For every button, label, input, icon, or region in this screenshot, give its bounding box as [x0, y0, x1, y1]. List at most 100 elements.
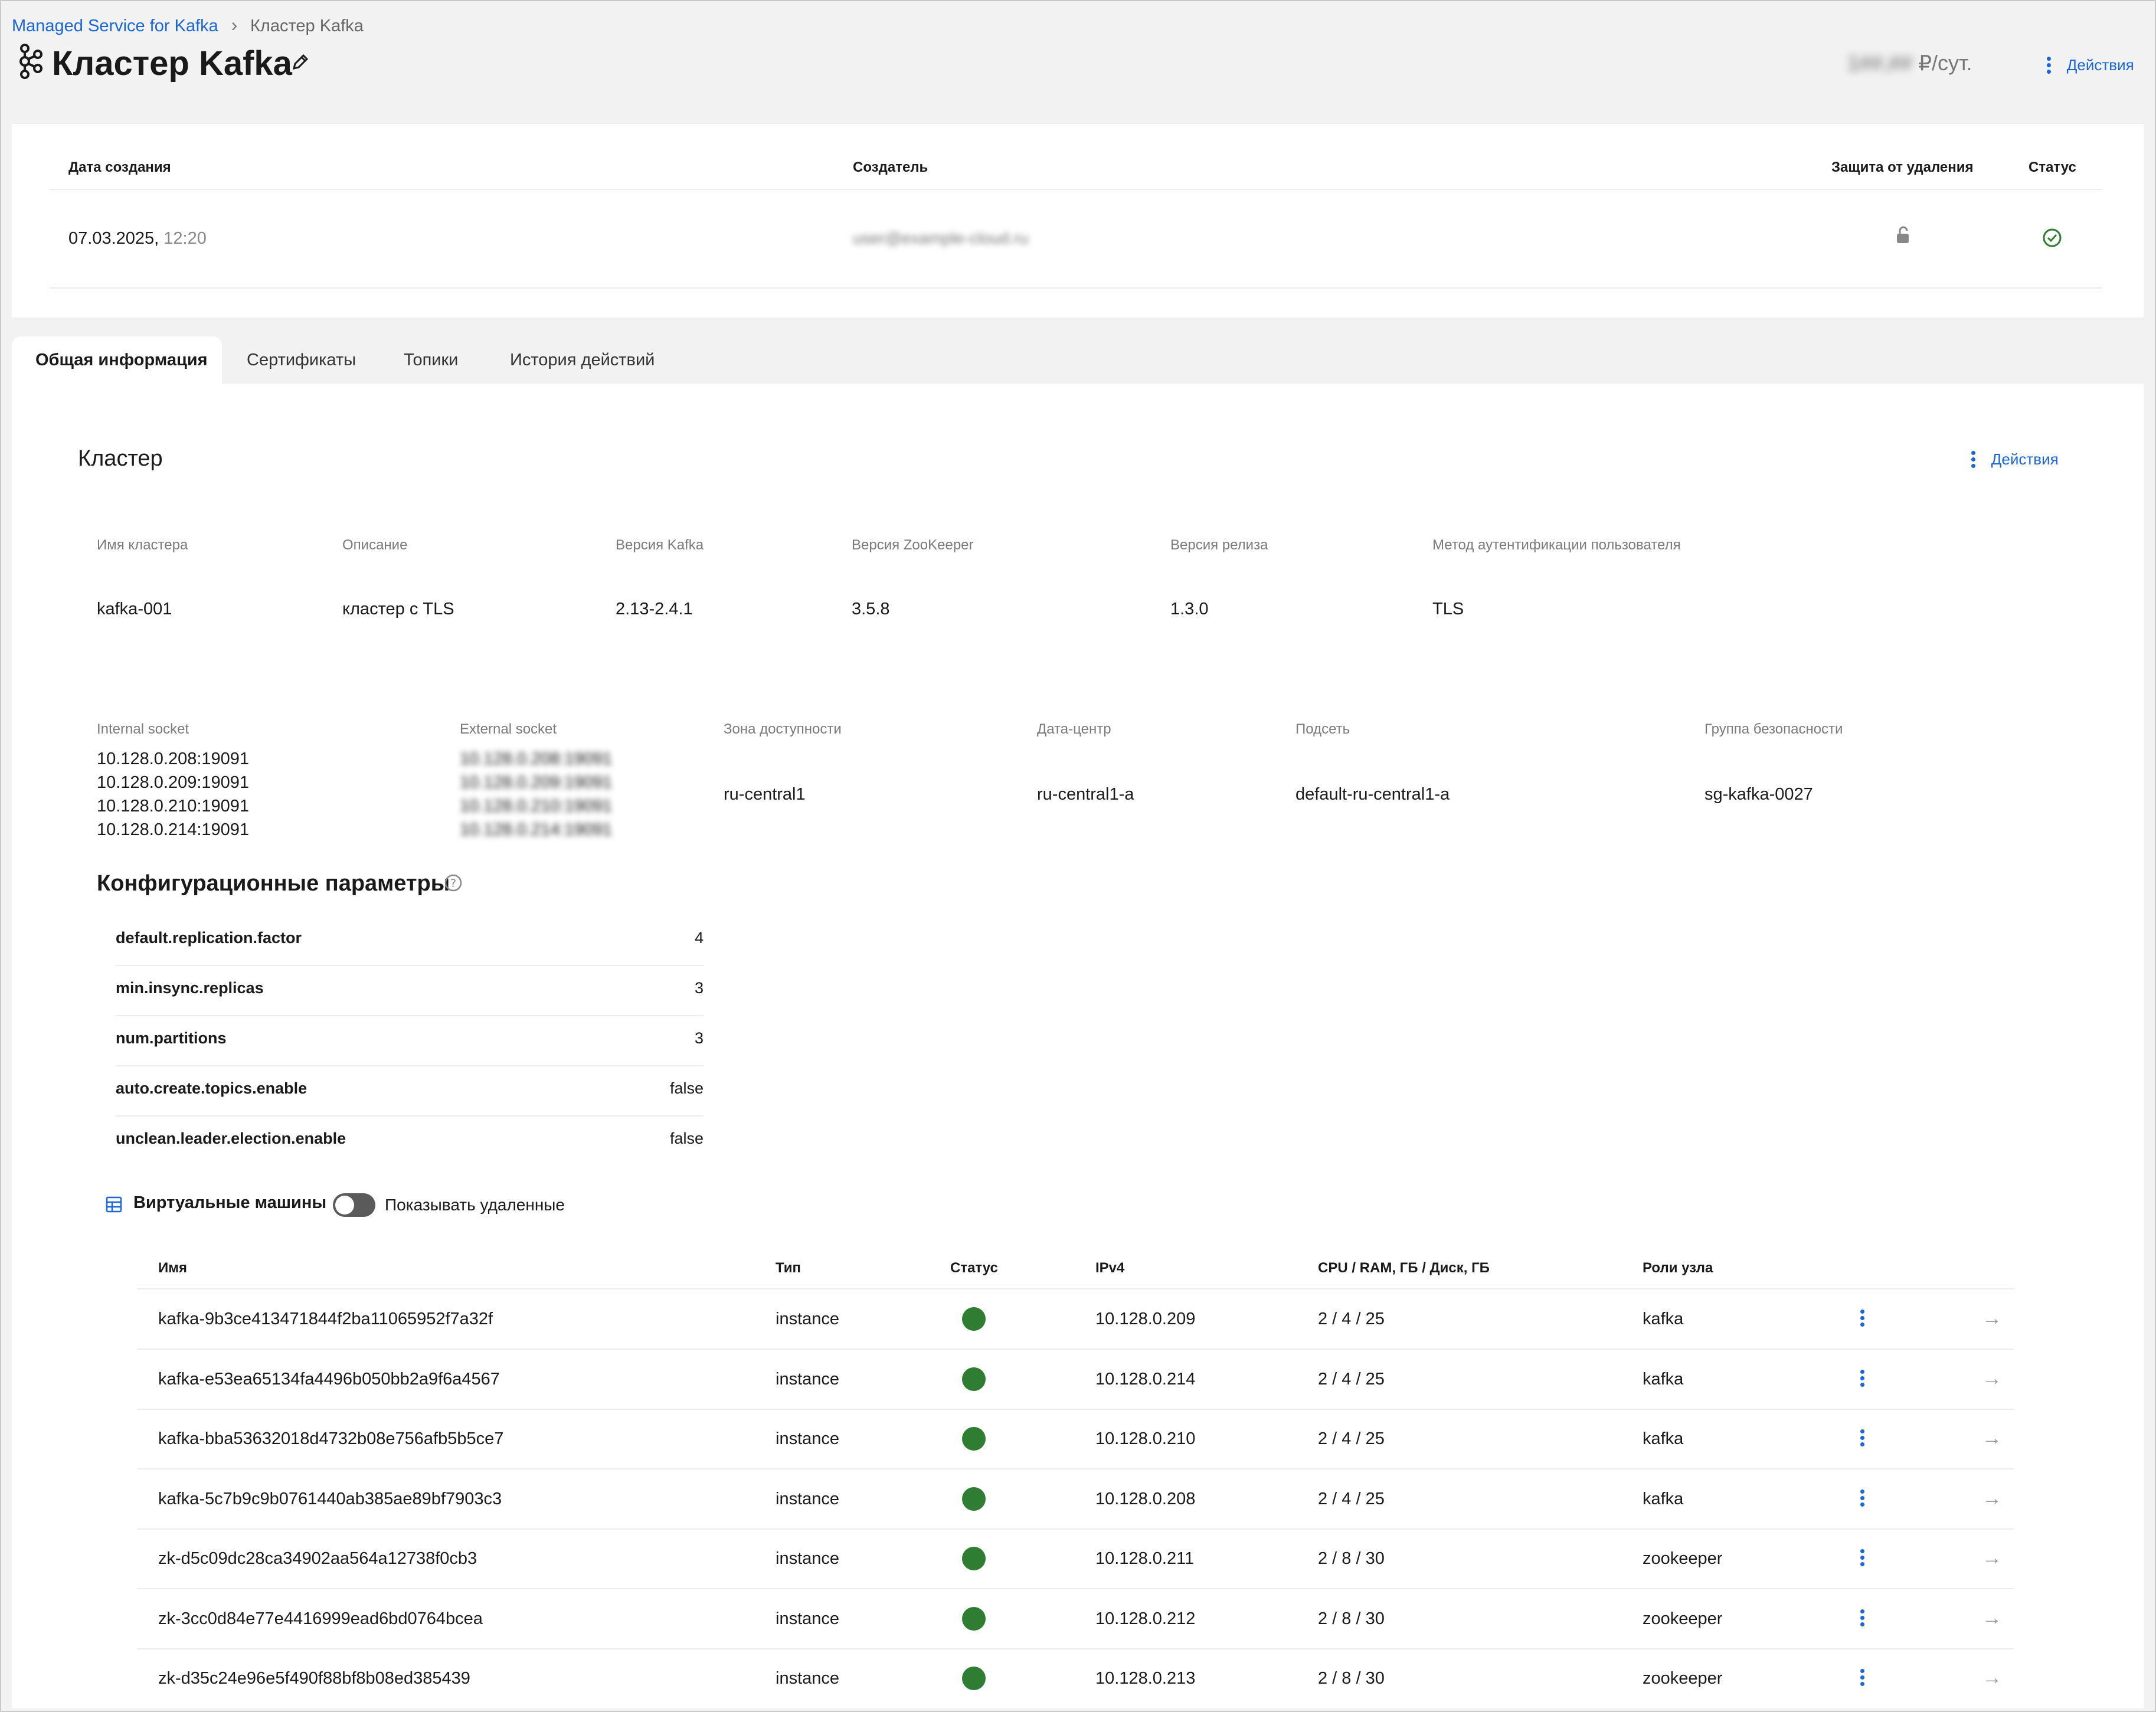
arrow-right-icon[interactable]: → — [1982, 1307, 2002, 1330]
show-deleted-label: Показывать удаленные — [385, 1196, 565, 1214]
vm-resources: 2 / 4 / 25 — [1318, 1429, 1385, 1448]
vm-ipv4: 10.128.0.210 — [1095, 1429, 1196, 1448]
vm-status-dot — [962, 1367, 986, 1391]
config-value: false — [669, 1079, 704, 1097]
kebab-icon — [1860, 1487, 1865, 1509]
vm-type: instance — [776, 1669, 840, 1688]
vm-row-menu-button[interactable] — [1860, 1547, 1865, 1573]
vm-row-menu-button[interactable] — [1860, 1427, 1865, 1453]
label-zone: Зона доступности — [724, 721, 842, 737]
vm-row-menu-button[interactable] — [1860, 1607, 1865, 1633]
th-status: Статус — [950, 1260, 998, 1276]
value-security-group: sg-kafka-0027 — [1704, 785, 1813, 804]
vm-role: kafka — [1643, 1370, 1684, 1389]
vm-status-dot — [962, 1427, 986, 1451]
kebab-icon — [1860, 1427, 1865, 1449]
config-value: 3 — [694, 979, 704, 997]
internal-socket: 10.128.0.208:19091 — [97, 749, 250, 768]
label-description: Описание — [342, 537, 408, 553]
arrow-right-icon[interactable]: → — [1982, 1487, 2002, 1510]
config-value: 3 — [694, 1029, 704, 1047]
label-auth-method: Метод аутентификации пользователя — [1432, 537, 1681, 553]
vm-resources: 2 / 8 / 30 — [1318, 1609, 1385, 1628]
col-status: Статус — [2029, 159, 2076, 175]
arrow-right-icon[interactable]: → — [1982, 1607, 2002, 1630]
arrow-right-icon[interactable]: → — [1982, 1427, 2002, 1450]
vm-name: zk-3cc0d84e77e4416999ead6bd0764bcea — [158, 1609, 483, 1628]
vm-type: instance — [776, 1370, 840, 1389]
vm-name: kafka-bba53632018d4732b08e756afb5b5ce7 — [158, 1429, 504, 1448]
config-key: unclean.leader.election.enable — [116, 1130, 346, 1147]
vm-role: zookeeper — [1643, 1669, 1723, 1688]
vm-role: kafka — [1643, 1429, 1684, 1448]
cluster-section-title: Кластер — [78, 446, 163, 471]
header-actions-button[interactable]: Действия — [2047, 54, 2134, 80]
vm-name: kafka-9b3ce413471844f2ba11065952f7a32f — [158, 1310, 493, 1328]
kebab-icon — [1860, 1307, 1865, 1329]
breadcrumb-parent-link[interactable]: Managed Service for Kafka — [12, 17, 218, 35]
external-socket: 10.128.0.214:19091 — [460, 820, 613, 839]
vm-type: instance — [776, 1549, 840, 1568]
vm-row-menu-button[interactable] — [1860, 1667, 1865, 1693]
vm-role: kafka — [1643, 1490, 1684, 1508]
kebab-icon — [2047, 54, 2052, 76]
edit-icon[interactable] — [290, 52, 310, 76]
config-row: unclean.leader.election.enable false — [116, 1117, 704, 1167]
value-description: кластер с TLS — [342, 600, 454, 618]
internal-socket: 10.128.0.214:19091 — [97, 820, 250, 839]
value-cluster-name: kafka-001 — [97, 600, 172, 618]
vm-status-dot — [962, 1307, 986, 1331]
vm-resources: 2 / 4 / 25 — [1318, 1370, 1385, 1389]
kebab-icon — [1860, 1547, 1865, 1569]
label-zk-version: Версия ZooKeeper — [852, 537, 974, 553]
vm-row-menu-button[interactable] — [1860, 1307, 1865, 1333]
config-params-table: default.replication.factor 4 min.insync.… — [116, 916, 704, 1167]
label-release-version: Версия релиза — [1170, 537, 1268, 553]
vm-resources: 2 / 8 / 30 — [1318, 1549, 1385, 1568]
arrow-right-icon[interactable]: → — [1982, 1547, 2002, 1570]
value-auth-method: TLS — [1432, 600, 1464, 618]
vm-row-menu-button[interactable] — [1860, 1367, 1865, 1393]
tab-certificates[interactable]: Сертификаты — [247, 351, 356, 370]
value-kafka-version: 2.13-2.4.1 — [616, 600, 693, 618]
tab-general-info[interactable]: Общая информация — [12, 336, 222, 385]
label-kafka-version: Версия Kafka — [616, 537, 704, 553]
vm-row-menu-button[interactable] — [1860, 1487, 1865, 1513]
config-row: min.insync.replicas 3 — [116, 966, 704, 1016]
vm-ipv4: 10.128.0.213 — [1095, 1669, 1196, 1688]
vm-status-dot — [962, 1547, 986, 1570]
config-title: Конфигурационные параметры — [97, 871, 450, 896]
arrow-right-icon[interactable]: → — [1982, 1667, 2002, 1690]
tab-topics[interactable]: Топики — [404, 351, 458, 370]
col-protection: Защита от удаления — [1831, 159, 1974, 175]
table-icon — [105, 1196, 123, 1217]
th-name: Имя — [158, 1260, 188, 1276]
vm-ipv4: 10.128.0.209 — [1095, 1310, 1196, 1328]
kebab-icon — [1860, 1667, 1865, 1688]
help-icon[interactable]: ? — [444, 873, 463, 896]
value-zone: ru-central1 — [724, 785, 806, 804]
vm-type: instance — [776, 1609, 840, 1628]
vm-ipv4: 10.128.0.214 — [1095, 1370, 1196, 1389]
label-security-group: Группа безопасности — [1704, 721, 1843, 737]
vm-role: zookeeper — [1643, 1609, 1723, 1628]
breadcrumb-separator: › — [231, 14, 238, 35]
vm-name: kafka-5c7b9c9b0761440ab385ae89bf7903c3 — [158, 1490, 502, 1508]
info-divider — [50, 189, 2102, 190]
cluster-actions-button[interactable]: Действия — [1971, 449, 2059, 474]
show-deleted-toggle[interactable] — [333, 1193, 375, 1217]
vm-ipv4: 10.128.0.208 — [1095, 1490, 1196, 1508]
config-row: num.partitions 3 — [116, 1016, 704, 1066]
unlock-icon — [1895, 225, 1911, 248]
value-zk-version: 3.5.8 — [852, 600, 890, 618]
page-title: Кластер Kafka — [52, 44, 292, 83]
arrow-right-icon[interactable]: → — [1982, 1367, 2002, 1390]
created-time: 12:20 — [163, 229, 207, 248]
tab-history[interactable]: История действий — [510, 351, 655, 370]
vm-resources: 2 / 8 / 30 — [1318, 1669, 1385, 1688]
info-bottom-divider — [50, 287, 2102, 289]
cluster-actions-label: Действия — [1991, 450, 2059, 468]
header-actions-label: Действия — [2066, 56, 2134, 74]
vm-ipv4: 10.128.0.211 — [1095, 1549, 1195, 1568]
vm-status-dot — [962, 1487, 986, 1511]
